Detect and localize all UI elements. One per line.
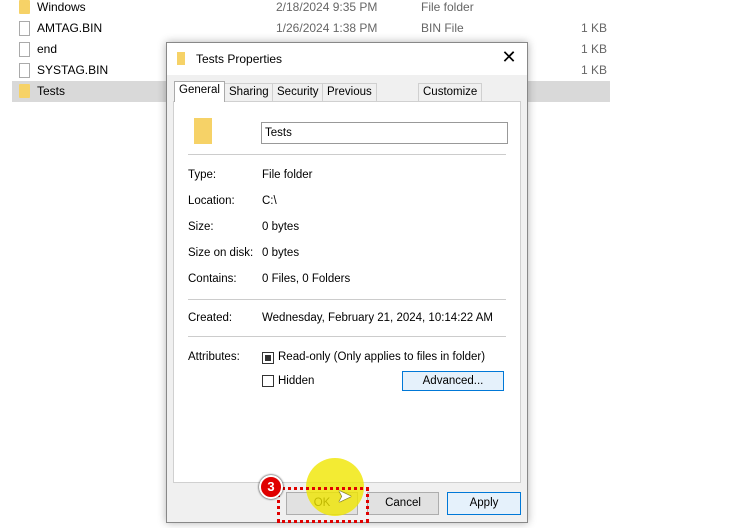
tab-general[interactable]: General <box>174 81 225 102</box>
hidden-checkbox[interactable] <box>262 375 274 387</box>
close-button[interactable]: ✕ <box>499 47 519 68</box>
apply-button[interactable]: Apply <box>447 492 521 515</box>
divider <box>188 336 506 337</box>
type-label: Type: <box>188 169 217 181</box>
readonly-checkbox[interactable] <box>262 352 274 364</box>
list-item[interactable]: Windows 2/18/2024 9:35 PM File folder <box>12 0 610 18</box>
size-value: 0 bytes <box>262 221 300 233</box>
advanced-button[interactable]: Advanced... <box>402 371 504 391</box>
file-icon <box>19 21 30 36</box>
tab-sharing[interactable]: Sharing <box>224 83 274 101</box>
properties-dialog: Tests Properties ✕ General Sharing Secur… <box>166 42 528 523</box>
attributes-label: Attributes: <box>188 351 240 363</box>
dialog-title: Tests Properties <box>196 52 283 66</box>
folder-icon <box>19 0 30 14</box>
hidden-label: Hidden <box>278 375 315 387</box>
folder-icon <box>194 118 212 144</box>
contains-label: Contains: <box>188 273 237 285</box>
general-panel: Tests Type: File folder Location: C:\ Size… <box>173 101 521 483</box>
readonly-label: Read-only (Only applies to files in fold… <box>278 351 486 363</box>
name-input[interactable]: Tests <box>261 122 508 144</box>
highlight-box <box>277 487 369 523</box>
list-item[interactable]: AMTAG.BIN 1/26/2024 1:38 PM BIN File 1 KB <box>12 18 610 39</box>
file-icon <box>19 42 30 57</box>
created-value: Wednesday, February 21, 2024, 10:14:22 A… <box>262 312 493 324</box>
file-icon <box>19 63 30 78</box>
divider <box>188 154 506 155</box>
folder-icon <box>177 52 185 65</box>
size-label: Size: <box>188 221 214 233</box>
location-label: Location: <box>188 195 235 207</box>
folder-icon <box>19 84 30 98</box>
tab-security[interactable]: Security <box>272 83 324 101</box>
type-value: File folder <box>262 169 313 181</box>
title-bar[interactable]: Tests Properties ✕ <box>167 43 527 75</box>
size-on-disk-value: 0 bytes <box>262 247 300 259</box>
divider <box>188 299 506 300</box>
cancel-button[interactable]: Cancel <box>367 492 439 515</box>
step-badge: 3 <box>259 475 283 499</box>
created-label: Created: <box>188 312 233 324</box>
cursor-icon: ➤ <box>337 486 353 506</box>
tab-customize[interactable]: Customize <box>418 83 483 101</box>
tab-previous-versions[interactable]: Previous Versions <box>322 83 377 115</box>
size-on-disk-label: Size on disk: <box>188 247 254 259</box>
location-value: C:\ <box>262 195 277 207</box>
contains-value: 0 Files, 0 Folders <box>262 273 351 285</box>
